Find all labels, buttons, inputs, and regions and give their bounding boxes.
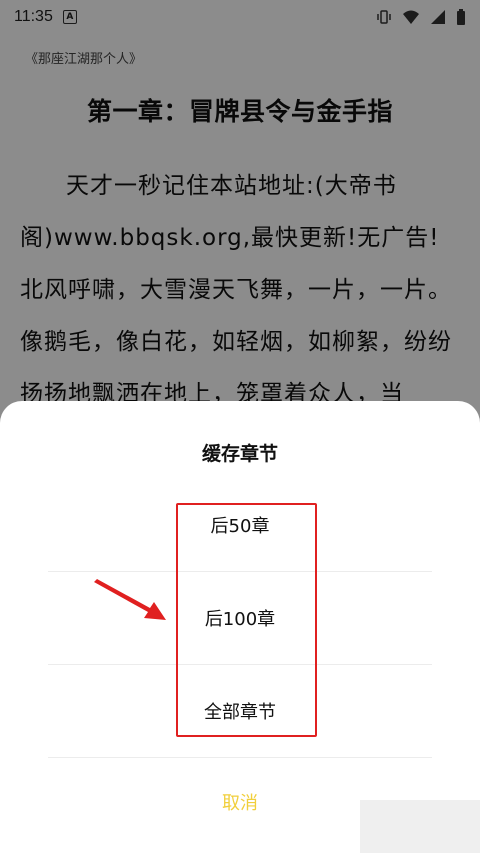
highlight-box	[176, 503, 317, 737]
pointer-arrow-icon	[94, 579, 166, 620]
sheet-title: 缓存章节	[201, 443, 278, 465]
corner-watermark	[360, 800, 480, 853]
